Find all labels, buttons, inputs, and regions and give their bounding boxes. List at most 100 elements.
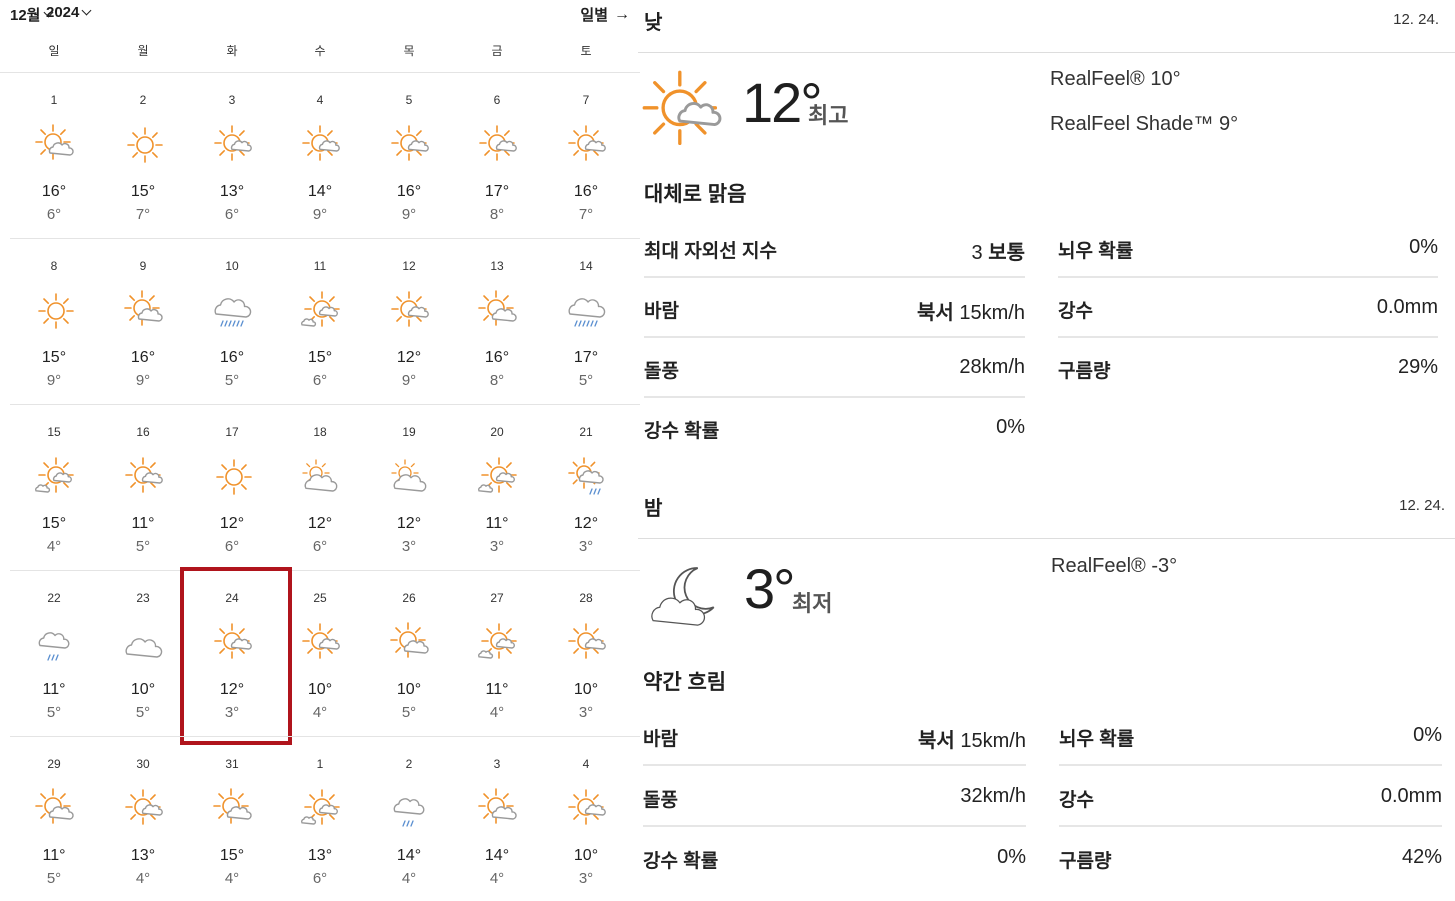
calendar-day[interactable]: 9 16° 9° <box>99 239 187 405</box>
calendar-day[interactable]: 5 16° 9° <box>365 73 453 239</box>
detail-value: 0% <box>1409 236 1438 258</box>
calendar-day[interactable]: 1 13° 6° <box>276 737 364 901</box>
low-temperature: 3° <box>578 538 594 555</box>
low-temperature: 4° <box>489 870 505 887</box>
day-number: 5 <box>405 93 413 107</box>
calendar-day[interactable]: 13 16° 8° <box>453 239 541 405</box>
calendar-week-row: 8 15° 9° 9 16° 9° 10 16° 5° 11 15° 6° 12 12° 9° 13 16° 8°… <box>0 239 640 405</box>
hazy-sunshine-icon <box>477 621 521 665</box>
calendar-day[interactable]: 4 10° 3° <box>542 737 630 901</box>
high-temperature: 15° <box>41 515 67 532</box>
calendar-day[interactable]: 2 14° 4° <box>365 737 453 901</box>
low-temperature: 3° <box>578 870 594 887</box>
weekday-label: 수 <box>314 44 326 58</box>
calendar-day[interactable]: 1 16° 6° <box>10 73 98 239</box>
calendar-day[interactable]: 15 15° 4° <box>10 405 98 571</box>
calendar-day[interactable]: 26 10° 5° <box>365 571 453 737</box>
calendar-day[interactable]: 28 10° 3° <box>542 571 630 737</box>
detail-value: 15km/h <box>953 302 1025 324</box>
month-label: 12월 <box>10 7 41 24</box>
detail-value: 0.0mm <box>1376 296 1438 318</box>
detail-value: 15km/h <box>954 730 1026 752</box>
day-number: 20 <box>490 425 504 439</box>
cloudy-icon <box>123 621 167 665</box>
day-realfeel: RealFeel® 10° <box>1050 68 1181 90</box>
calendar-day[interactable]: 12 12° 9° <box>365 239 453 405</box>
calendar-day[interactable]: 29 11° 5° <box>10 737 98 901</box>
calendar-day[interactable]: 3 13° 6° <box>188 73 276 239</box>
low-temperature: 4° <box>489 704 505 721</box>
calendar-day[interactable]: 27 11° 4° <box>453 571 541 737</box>
sunny-icon <box>123 123 167 167</box>
divider <box>644 276 1025 278</box>
day-number: 22 <box>47 591 61 605</box>
detail-label: 강수 확률 <box>643 851 719 872</box>
high-temperature: 14° <box>396 847 422 864</box>
mostly-sunny-icon <box>566 123 610 167</box>
high-temperature: 14° <box>484 847 510 864</box>
day-number: 2 <box>405 757 413 771</box>
low-temperature: 7° <box>135 206 151 223</box>
weekday-label: 일 <box>48 44 60 58</box>
calendar-day[interactable]: 19 12° 3° <box>365 405 453 571</box>
calendar-day[interactable]: 23 10° 5° <box>99 571 187 737</box>
partly-sunny-icon <box>212 787 256 831</box>
calendar-day[interactable]: 7 16° 7° <box>542 73 630 239</box>
calendar-day[interactable]: 18 12° 6° <box>276 405 364 571</box>
calendar-day[interactable]: 10 16° 5° <box>188 239 276 405</box>
divider <box>1059 764 1442 766</box>
low-temperature: 5° <box>46 704 62 721</box>
high-temperature: 13° <box>307 847 333 864</box>
low-temperature: 9° <box>135 372 151 389</box>
high-temperature: 11° <box>485 681 509 698</box>
calendar-day[interactable]: 22 11° 5° <box>10 571 98 737</box>
calendar-day[interactable]: 17 12° 6° <box>188 405 276 571</box>
daily-view-link[interactable]: 일별 → <box>580 4 630 25</box>
high-temperature: 16° <box>484 349 510 366</box>
detail-value-emphasis: 보통 <box>988 242 1025 264</box>
detail-row: 바람 북서 15km/h <box>643 724 1026 784</box>
detail-value-group: 0% <box>996 416 1025 439</box>
calendar-day[interactable]: 8 15° 9° <box>10 239 98 405</box>
year-selector[interactable]: 2024 <box>46 4 92 21</box>
detail-value-group: 북서 15km/h <box>918 724 1026 753</box>
low-temperature: 3° <box>224 704 240 721</box>
calendar-day[interactable]: 14 17° 5° <box>542 239 630 405</box>
calendar-day[interactable]: 30 13° 4° <box>99 737 187 901</box>
detail-label: 돌풍 <box>643 790 678 811</box>
detail-value-group: 32km/h <box>960 785 1026 808</box>
detail-row: 강수 확률 0% <box>644 416 1025 476</box>
mostly-cloudy-icon <box>300 455 344 499</box>
detail-row: 구름량 29% <box>1058 356 1438 416</box>
calendar-day[interactable]: 31 15° 4° <box>188 737 276 901</box>
low-temperature: 8° <box>489 206 505 223</box>
day-number: 26 <box>402 591 416 605</box>
calendar-day[interactable]: 16 11° 5° <box>99 405 187 571</box>
sun-showers-icon <box>566 455 610 499</box>
calendar-day[interactable]: 2 15° 7° <box>99 73 187 239</box>
day-number: 8 <box>50 259 58 273</box>
calendar-day[interactable]: 25 10° 4° <box>276 571 364 737</box>
day-number: 2 <box>139 93 147 107</box>
high-temperature: 15° <box>307 349 333 366</box>
calendar-day[interactable]: 11 15° 6° <box>276 239 364 405</box>
calendar-day[interactable]: 4 14° 9° <box>276 73 364 239</box>
high-temperature: 12° <box>307 515 333 532</box>
detail-value: 28km/h <box>959 356 1025 378</box>
calendar-day-selected[interactable]: 24 12° 3° <box>180 567 292 745</box>
high-temperature: 10° <box>130 681 156 698</box>
low-temperature: 5° <box>224 372 240 389</box>
calendar-day[interactable]: 3 14° 4° <box>453 737 541 901</box>
divider <box>638 538 1455 539</box>
day-number: 19 <box>402 425 416 439</box>
calendar-week-row: 22 11° 5° 23 10° 5° 24 12° 3° 25 10° 4° 26 10° 5° 27 11°… <box>0 567 640 745</box>
detail-label: 최대 자외선 지수 <box>644 241 777 262</box>
calendar-day[interactable]: 21 12° 3° <box>542 405 630 571</box>
hazy-sunshine-icon <box>300 787 344 831</box>
calendar-day[interactable]: 6 17° 8° <box>453 73 541 239</box>
calendar-week-row: 1 16° 6° 2 15° 7° 3 13° 6° 4 14° 9° 5 16° 9° 6 17° 8° 7 16°… <box>0 73 640 239</box>
calendar-day[interactable]: 20 11° 3° <box>453 405 541 571</box>
low-temperature: 4° <box>224 870 240 887</box>
weekday-label: 화 <box>226 44 238 58</box>
detail-label: 뇌우 확률 <box>1059 729 1135 750</box>
